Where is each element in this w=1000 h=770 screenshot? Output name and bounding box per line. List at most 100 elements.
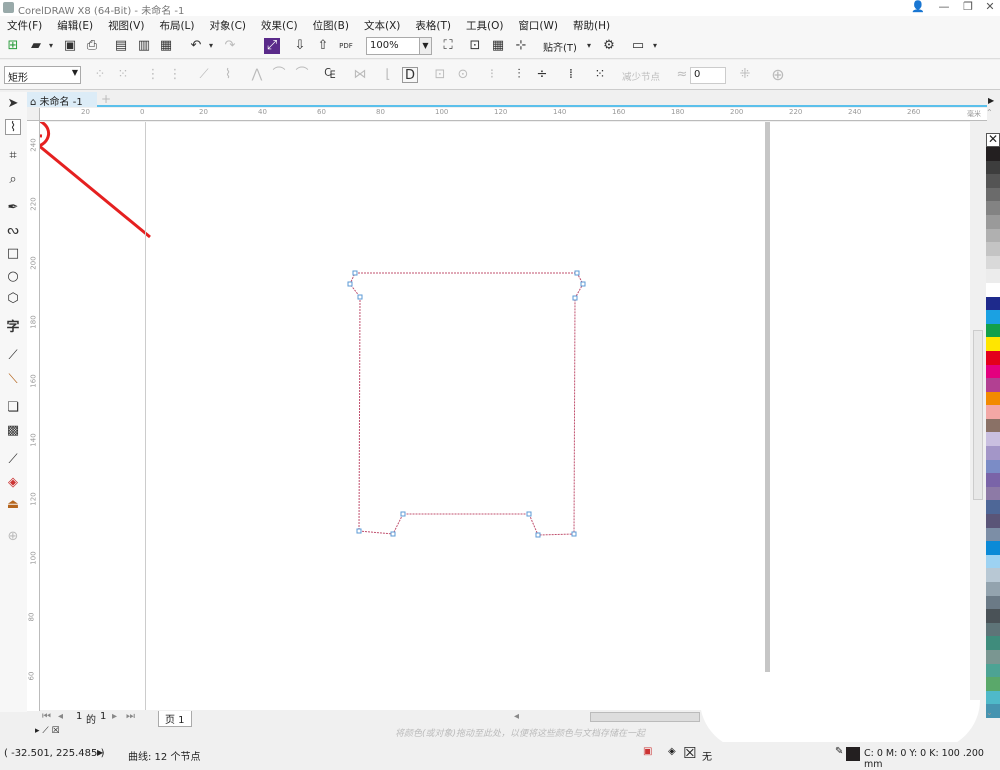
color-swatch[interactable] <box>986 649 1000 664</box>
polygon-tool-icon[interactable]: ⬡ <box>5 291 21 307</box>
curve-node[interactable] <box>572 295 578 301</box>
curve-node[interactable] <box>580 281 586 287</box>
color-swatch[interactable] <box>986 310 1000 324</box>
align-nodes-icon[interactable]: ⁝ <box>484 67 500 83</box>
color-swatch[interactable] <box>986 446 1000 460</box>
curve-node[interactable] <box>535 532 541 538</box>
tab-document[interactable]: ⌂ 未命名 -1 <box>27 92 97 108</box>
parallel-dimension-icon[interactable]: ⟋ <box>5 348 21 364</box>
no-color-swatch[interactable]: ✕ <box>986 133 1000 147</box>
color-swatch[interactable] <box>986 432 1000 447</box>
color-swatch[interactable] <box>986 147 1000 161</box>
rotate-nodes-icon[interactable]: ⊙ <box>455 67 471 83</box>
curve-node[interactable] <box>357 294 363 300</box>
horizontal-scrollbar[interactable] <box>590 712 700 722</box>
publish-pdf-icon[interactable]: PDF <box>338 38 354 54</box>
freehand-pen-icon[interactable]: ✒ <box>5 200 21 216</box>
scroll-left-icon[interactable]: ◂ <box>514 711 519 722</box>
select-all-nodes-icon[interactable]: ⁙ <box>592 67 608 83</box>
rectangle-tool-icon[interactable]: □ <box>5 246 21 262</box>
horizontal-ruler[interactable]: 20 0 20 40 60 80 100 120 140 160 180 200 220 240 260 毫米 <box>27 108 987 121</box>
smooth-node-icon[interactable]: ⌒ <box>271 67 287 83</box>
chevron-down-icon[interactable]: ▾ <box>647 38 663 54</box>
add-node-icon[interactable]: ⁘ <box>92 67 108 83</box>
to-line-icon[interactable]: ⟋ <box>196 67 212 83</box>
curve-node[interactable] <box>526 511 532 517</box>
document-palette-controls[interactable]: ▸ ⟋ ☒ <box>35 726 60 736</box>
delete-node-icon[interactable]: ⁙ <box>115 67 131 83</box>
color-swatch[interactable] <box>986 228 1000 243</box>
color-swatch[interactable] <box>986 473 1000 487</box>
menu-file[interactable]: 文件(F) <box>0 16 50 34</box>
account-icon[interactable]: 👤 <box>906 0 930 16</box>
first-page-icon[interactable]: ⏮ <box>42 711 51 722</box>
color-swatch[interactable] <box>986 378 1000 392</box>
copy-icon[interactable]: ▥ <box>136 38 152 54</box>
color-swatch[interactable] <box>986 690 1000 705</box>
show-guidelines-icon[interactable]: ⊹ <box>513 38 529 54</box>
color-proofing-icon[interactable]: ▣ <box>643 746 652 757</box>
menu-edit[interactable]: 编辑(E) <box>50 16 101 34</box>
open-dropdown-icon[interactable]: ▾ <box>43 38 59 54</box>
mirror-vertical-icon[interactable]: ÷ <box>534 67 550 83</box>
color-swatch[interactable] <box>986 609 1000 623</box>
cut-icon[interactable]: ▤ <box>113 38 129 54</box>
pick-tool-icon[interactable]: ➤ <box>5 96 21 112</box>
outline-pen-icon[interactable]: ✎ <box>835 746 843 757</box>
paste-icon[interactable]: ▦ <box>158 38 174 54</box>
mirror-horizontal-icon[interactable]: ⫶ <box>511 67 527 83</box>
color-swatch[interactable] <box>986 595 1000 610</box>
connector-tool-icon[interactable]: ⟍ <box>5 372 21 388</box>
color-swatch[interactable] <box>986 554 1000 569</box>
color-swatch[interactable] <box>986 527 1000 542</box>
text-tool-icon[interactable]: 字 <box>5 320 21 336</box>
show-rulers-icon[interactable]: ⊡ <box>467 38 483 54</box>
eyedropper-icon[interactable]: ⟋ <box>5 452 21 468</box>
color-swatch[interactable] <box>986 242 1000 256</box>
save-icon[interactable]: ▣ <box>62 38 78 54</box>
undo-dropdown-icon[interactable]: ▾ <box>203 38 219 54</box>
artistic-media-icon[interactable]: ᔓ <box>5 223 21 239</box>
cusp-node-icon[interactable]: ⋀ <box>249 67 265 83</box>
last-page-icon[interactable]: ⏭ <box>126 711 135 722</box>
color-swatch[interactable] <box>986 500 1000 515</box>
extend-curve-icon[interactable]: ⋈ <box>352 67 368 83</box>
color-swatch[interactable] <box>986 214 1000 229</box>
vertical-ruler[interactable]: 240 220 200 180 160 140 120 100 80 60 <box>27 121 40 711</box>
color-swatch[interactable] <box>986 201 1000 215</box>
color-swatch[interactable] <box>986 663 1000 678</box>
color-swatch[interactable] <box>986 282 1000 297</box>
stretch-nodes-icon[interactable]: ⊡ <box>432 67 448 83</box>
menu-window[interactable]: 窗口(W) <box>511 16 566 34</box>
curve-node[interactable] <box>347 281 353 287</box>
search-content-icon[interactable]: ⤢ <box>264 38 280 54</box>
interactive-fill-icon[interactable]: ◈ <box>5 475 21 491</box>
prev-page-icon[interactable]: ◂ <box>58 711 63 722</box>
color-swatch[interactable] <box>986 255 1000 270</box>
reduce-nodes-button[interactable]: 减少节点 <box>622 69 660 83</box>
color-swatch[interactable] <box>986 269 1000 283</box>
selection-mode-select[interactable]: 矩形 ▼ <box>4 66 81 84</box>
show-grid-icon[interactable]: ▦ <box>490 38 506 54</box>
full-screen-icon[interactable]: ⛶ <box>440 38 456 54</box>
zoom-tool-icon[interactable]: ⌕ <box>5 172 21 188</box>
smart-fill-icon[interactable]: ⏏ <box>5 497 21 513</box>
reverse-direction-icon[interactable]: ₠ <box>322 67 338 83</box>
add-tab-button[interactable]: + <box>99 92 113 106</box>
menu-object[interactable]: 对象(C) <box>203 16 255 34</box>
curve-object[interactable] <box>349 272 584 536</box>
vertical-scrollbar[interactable] <box>973 330 983 500</box>
add-tool-icon[interactable]: ⊕ <box>5 529 21 545</box>
break-curve-icon[interactable]: ⋮ <box>167 67 183 83</box>
corner-threshold-icon[interactable]: ⁜ <box>737 67 753 83</box>
zoom-level-select[interactable]: 100% ▼ <box>366 37 432 55</box>
palette-scroll-down-icon[interactable]: ⌄ <box>986 708 993 717</box>
drop-shadow-icon[interactable]: ❏ <box>5 400 21 416</box>
curve-node[interactable] <box>356 528 362 534</box>
undo-icon[interactable]: ↶ <box>188 38 204 54</box>
chevron-down-icon[interactable]: ▾ <box>581 38 597 54</box>
crop-tool-icon[interactable]: ⌗ <box>5 148 21 164</box>
to-curve-icon[interactable]: ⌇ <box>220 67 236 83</box>
curve-node[interactable] <box>352 270 358 276</box>
menu-table[interactable]: 表格(T) <box>408 16 459 34</box>
